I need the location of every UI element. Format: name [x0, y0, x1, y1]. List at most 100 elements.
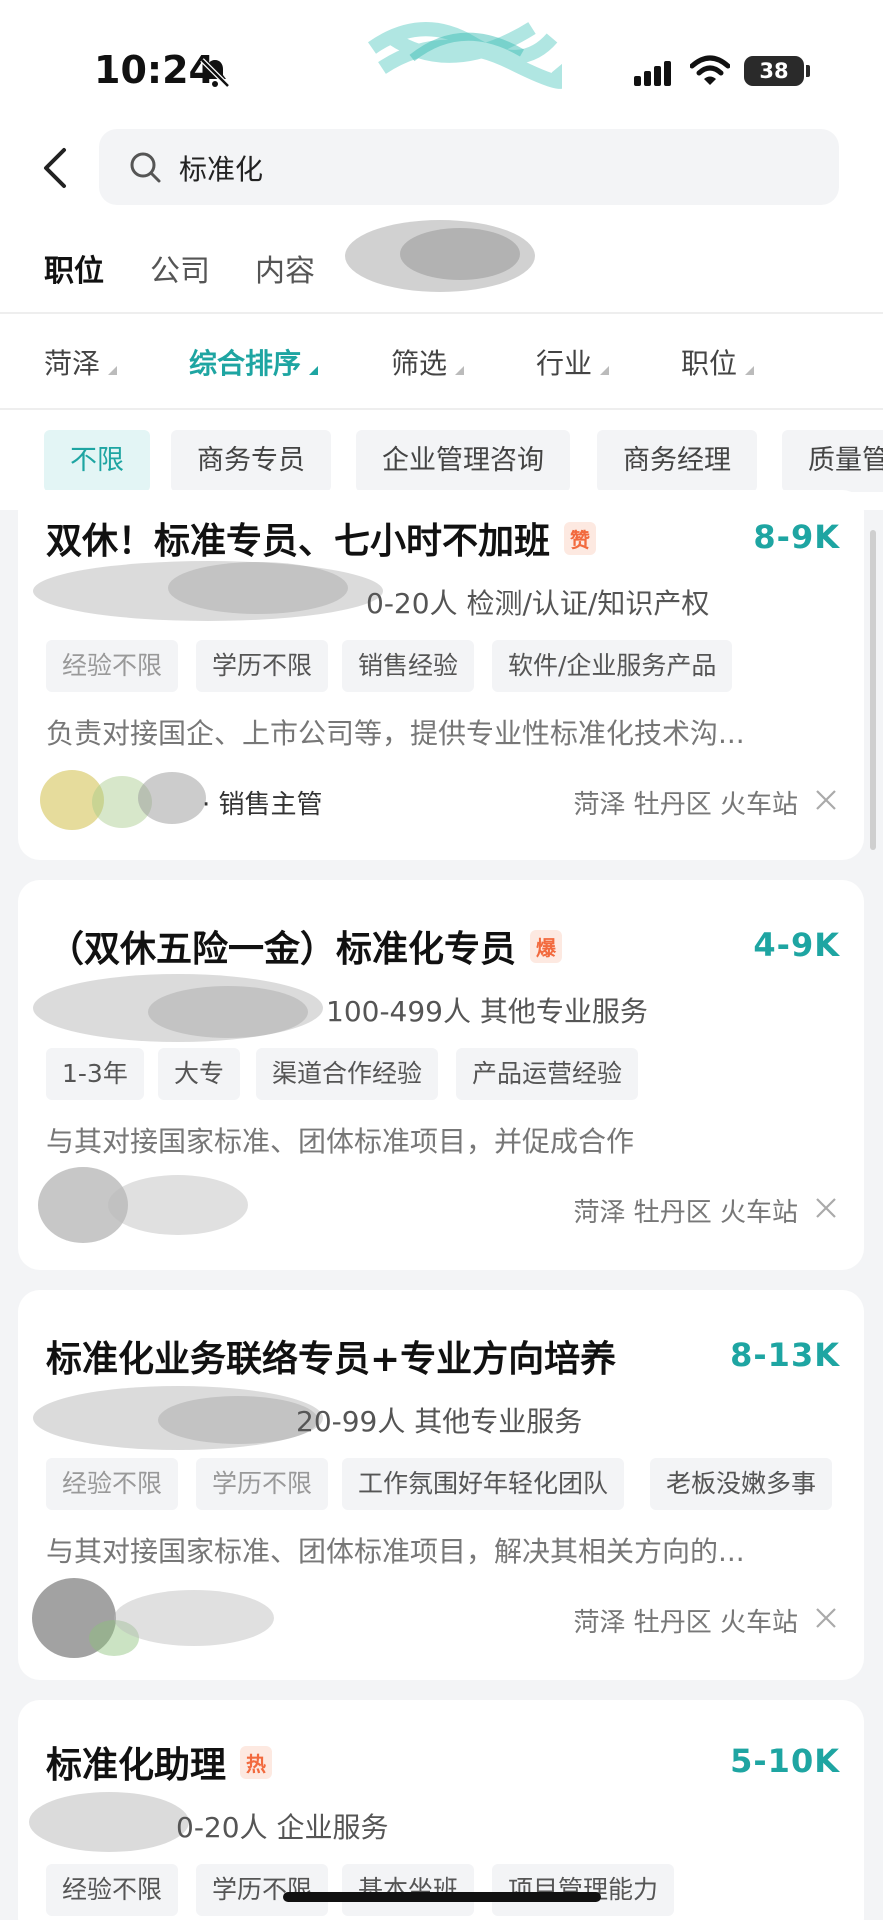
- company-info: 100-499人 其他专业服务: [326, 995, 648, 1028]
- caret-icon: [600, 366, 610, 375]
- company-info: 20-99人 其他专业服务: [296, 1405, 583, 1438]
- caret-icon: [309, 366, 319, 375]
- job-tag: 学历不限: [196, 640, 329, 692]
- redacted-company-name: [28, 968, 328, 1048]
- job-tag: 经验不限: [46, 1864, 179, 1916]
- job-card[interactable]: （双休五险一金）标准化专员爆 4-9K 100-499人 其他专业服务 1-3年…: [18, 880, 864, 1270]
- job-card[interactable]: 标准化业务联络专员+专业方向培养 8-13K 20-99人 其他专业服务 经验不…: [18, 1290, 864, 1680]
- top-header: 10:24 38 标准化 职位 公司 内容 菏泽 综合排序 筛选 行业 职位 不…: [0, 0, 883, 510]
- job-description: 与其对接国家标准、团体标准项目，并促成合作: [46, 1125, 635, 1158]
- blur-shape: [29, 1792, 189, 1852]
- job-title: 标准化业务联络专员+专业方向培养: [46, 1330, 616, 1382]
- battery-indicator: 38: [744, 56, 804, 86]
- scrollbar[interactable]: [870, 530, 876, 850]
- chip-business-specialist[interactable]: 商务专员: [171, 430, 331, 492]
- job-tag: 销售经验: [342, 640, 475, 692]
- battery-cap: [806, 65, 810, 77]
- divider: [0, 408, 883, 410]
- redacted-recruiter-avatar: [32, 760, 212, 840]
- caret-icon: [455, 366, 465, 375]
- signal-icon: [634, 61, 671, 86]
- blur-shape: [38, 1167, 248, 1243]
- filter-industry-label: 行业: [536, 347, 593, 380]
- close-icon[interactable]: [814, 788, 838, 812]
- job-tag: 经验不限: [46, 640, 179, 692]
- job-title-text: 标准化业务联络专员+专业方向培养: [46, 1339, 617, 1380]
- job-location: 菏泽 牡丹区 火车站: [573, 1198, 798, 1228]
- filter-industry[interactable]: 行业: [536, 342, 610, 382]
- search-bar[interactable]: 标准化: [99, 129, 839, 205]
- bell-muted-icon: [200, 58, 230, 88]
- home-indicator[interactable]: [283, 1892, 601, 1902]
- tab-positions[interactable]: 职位: [44, 246, 104, 290]
- job-title: （双休五险一金）标准化专员爆: [48, 920, 563, 972]
- search-input[interactable]: 标准化: [179, 148, 263, 188]
- job-tag: 项目管理能力: [492, 1864, 675, 1916]
- job-title-text: （双休五险一金）标准化专员: [48, 929, 517, 970]
- job-tag: 老板没嫩多事: [650, 1458, 833, 1510]
- filter-screen[interactable]: 筛选: [391, 342, 465, 382]
- wifi-icon: [690, 55, 730, 85]
- job-description: 与其对接国家标准、团体标准项目，解决其相关方向的...: [46, 1535, 745, 1568]
- tab-companies[interactable]: 公司: [150, 246, 210, 290]
- job-tag: 1-3年: [46, 1048, 144, 1100]
- job-title-text: 标准化助理: [46, 1745, 227, 1786]
- job-tag: 基本坐班: [342, 1864, 475, 1916]
- job-tag: 渠道合作经验: [256, 1048, 439, 1100]
- caret-icon: [108, 366, 118, 375]
- job-card[interactable]: 标准化助理热 5-10K 0-20人 企业服务 经验不限 学历不限 基本坐班 项…: [18, 1700, 864, 1920]
- filter-screen-label: 筛选: [391, 347, 448, 380]
- filter-position[interactable]: 职位: [681, 342, 755, 382]
- redacted-recruiter-avatar: [24, 1568, 284, 1668]
- job-tag: 工作氛围好年轻化团队: [342, 1458, 625, 1510]
- blur-shape: [33, 561, 383, 621]
- close-icon[interactable]: [814, 1606, 838, 1630]
- job-salary: 4-9K: [753, 926, 840, 964]
- job-tag: 经验不限: [46, 1458, 179, 1510]
- close-icon[interactable]: [814, 1196, 838, 1220]
- company-info: 0-20人 检测/认证/知识产权: [366, 587, 710, 620]
- status-time: 10:24: [94, 48, 215, 92]
- company-info: 0-20人 企业服务: [176, 1811, 389, 1844]
- recruiter-info: · 销售主管: [202, 790, 323, 820]
- filter-sort-label: 综合排序: [189, 347, 302, 380]
- job-location: 菏泽 牡丹区 火车站: [573, 1608, 798, 1638]
- filter-city-label: 菏泽: [44, 347, 101, 380]
- job-salary: 8-9K: [753, 518, 840, 556]
- job-tag: 学历不限: [196, 1864, 329, 1916]
- filter-city[interactable]: 菏泽: [44, 342, 118, 382]
- blur-shape: [33, 974, 323, 1042]
- chip-business-manager[interactable]: 商务经理: [597, 430, 757, 492]
- job-tag: 学历不限: [196, 1458, 329, 1510]
- chip-quality-management[interactable]: 质量管: [782, 430, 883, 492]
- job-description: 负责对接国企、上市公司等，提供专业性标准化技术沟...: [46, 717, 745, 750]
- filter-sort[interactable]: 综合排序: [189, 342, 319, 382]
- job-tag: 大专: [158, 1048, 241, 1100]
- job-tag: 产品运营经验: [456, 1048, 639, 1100]
- blur-shape: [32, 1578, 274, 1658]
- redaction-scribble: [367, 22, 562, 89]
- blur-shape: [40, 770, 206, 830]
- hot-badge: 爆: [530, 930, 563, 963]
- hot-badge: 热: [240, 1746, 273, 1779]
- job-location: 菏泽 牡丹区 火车站: [573, 790, 798, 820]
- job-card[interactable]: 双休！标准专员、七小时不加班赞 8-9K 0-20人 检测/认证/知识产权 经验…: [18, 490, 864, 860]
- blur-shape: [33, 1386, 323, 1450]
- redacted-company-name: [28, 1378, 328, 1458]
- tab-content[interactable]: 内容: [255, 246, 315, 290]
- job-salary: 5-10K: [730, 1742, 840, 1780]
- redacted-tab: [345, 220, 535, 292]
- search-icon: [130, 152, 161, 183]
- caret-icon: [745, 366, 755, 375]
- redacted-recruiter-avatar: [28, 1160, 258, 1250]
- filter-position-label: 职位: [681, 347, 738, 380]
- chip-management-consulting[interactable]: 企业管理咨询: [356, 430, 570, 492]
- redacted-company-name: [24, 1782, 194, 1862]
- back-arrow-icon[interactable]: [38, 144, 74, 192]
- praise-badge: 赞: [564, 522, 597, 555]
- job-salary: 8-13K: [730, 1336, 840, 1374]
- divider: [0, 312, 883, 314]
- status-bar: 10:24 38: [0, 0, 883, 120]
- chip-unlimited[interactable]: 不限: [44, 430, 150, 492]
- job-tag: 软件/企业服务产品: [492, 640, 733, 692]
